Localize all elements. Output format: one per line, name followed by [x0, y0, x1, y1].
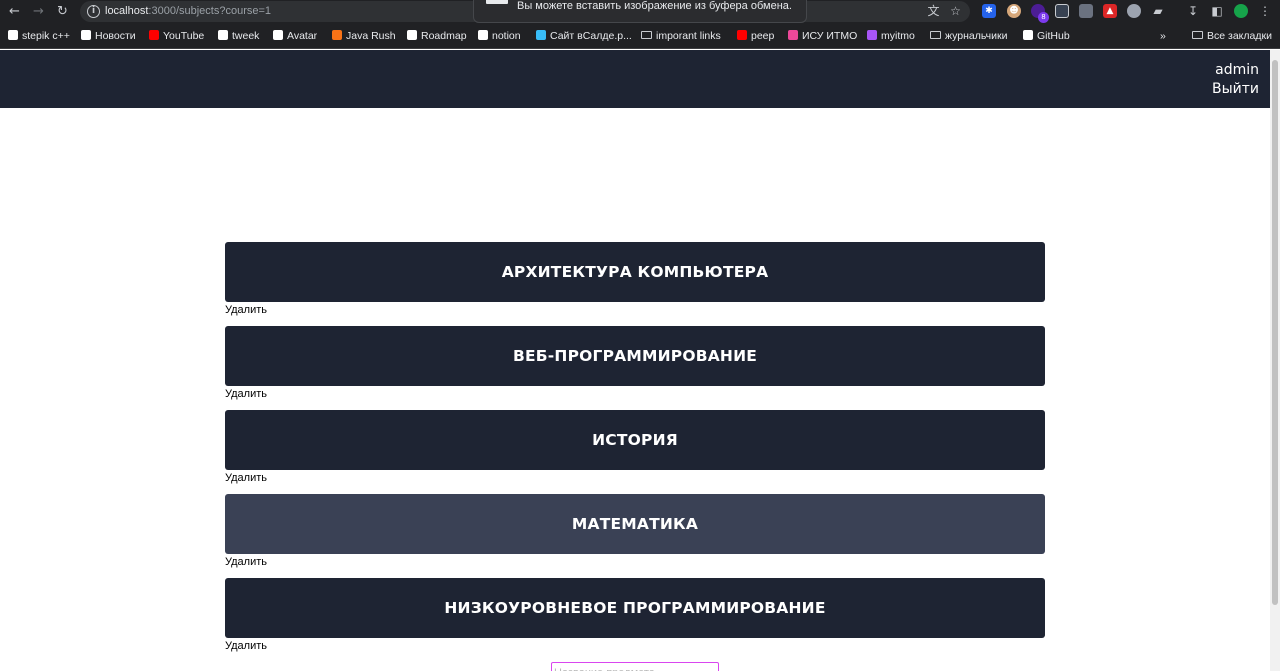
- bookmark-label: peep: [751, 30, 775, 42]
- translate-icon[interactable]: 文: [926, 4, 941, 19]
- scrollbar-thumb[interactable]: [1272, 60, 1278, 605]
- stepik-icon: [8, 30, 18, 40]
- subject-card-hovered[interactable]: МАТЕМАТИКА: [225, 494, 1045, 554]
- subject-card[interactable]: ВЕБ-ПРОГРАММИРОВАНИЕ: [225, 326, 1045, 386]
- bookmark-item[interactable]: imporant links: [641, 29, 721, 43]
- clipboard-icon: [486, 0, 508, 4]
- bookmarks-bar: stepik c++ Новости YouTube tweek Avatar Java …: [0, 23, 1280, 49]
- subject-card[interactable]: АРХИТЕКТУРА КОМПЬЮТЕРА: [225, 242, 1045, 302]
- bookmark-item[interactable]: журнальчики: [930, 29, 1007, 43]
- bookmark-item[interactable]: myitmo: [867, 29, 915, 43]
- menu-icon[interactable]: ⋮: [1258, 4, 1272, 18]
- bookmark-item[interactable]: peep: [737, 29, 774, 43]
- current-user: admin: [1215, 62, 1259, 78]
- bookmark-item[interactable]: GitHub: [1023, 29, 1070, 43]
- delete-link[interactable]: Удалить: [225, 555, 267, 569]
- star-icon[interactable]: ☆: [948, 4, 963, 19]
- roadmap-icon: [407, 30, 417, 40]
- delete-link[interactable]: Удалить: [225, 639, 267, 653]
- itmo-icon: [788, 30, 798, 40]
- delete-link[interactable]: Удалить: [225, 471, 267, 485]
- url-text[interactable]: localhost:3000/subjects?course=1: [105, 4, 271, 19]
- bookmark-label: imporant links: [656, 30, 721, 42]
- javarush-icon: [332, 30, 342, 40]
- new-subject-input[interactable]: [551, 662, 719, 671]
- bookmark-item[interactable]: stepik c++: [8, 29, 70, 43]
- myitmo-icon: [867, 30, 877, 40]
- github-icon: [1023, 30, 1033, 40]
- extension-badge: 8: [1038, 12, 1049, 23]
- clipboard-popup-text: Вы можете вставить изображение из буфера…: [517, 0, 792, 12]
- bookmark-label: YouTube: [163, 30, 205, 42]
- extension-screen-icon[interactable]: [1055, 4, 1069, 18]
- profile-avatar[interactable]: [1234, 4, 1248, 18]
- bookmark-item[interactable]: Avatar: [273, 29, 317, 43]
- notion-icon: [478, 30, 488, 40]
- globe-icon: [273, 30, 283, 40]
- extension-grey-icon[interactable]: [1079, 4, 1093, 18]
- bookmark-label: Новости: [95, 30, 136, 42]
- bookmark-label: GitHub: [1037, 30, 1070, 42]
- bookmark-item[interactable]: YouTube: [149, 29, 204, 43]
- subject-card[interactable]: ИСТОРИЯ: [225, 410, 1045, 470]
- all-bookmarks-button[interactable]: Все закладки: [1192, 29, 1272, 43]
- side-panel-icon[interactable]: ◧: [1210, 4, 1224, 18]
- bookmark-item[interactable]: Roadmap: [407, 29, 467, 43]
- url-path: :3000/subjects?course=1: [148, 5, 272, 17]
- all-bookmarks-label: Все закладки: [1207, 30, 1272, 42]
- bookmark-label: Avatar: [287, 30, 318, 42]
- page-scrollbar[interactable]: [1270, 50, 1280, 671]
- bookmark-label: myitmo: [881, 30, 915, 42]
- extension-circle-icon[interactable]: [1127, 4, 1141, 18]
- bookmark-label: Roadmap: [421, 30, 467, 42]
- forward-icon[interactable]: →: [30, 3, 47, 20]
- youtube-icon: [737, 30, 747, 40]
- clipboard-popup: Вы можете вставить изображение из буфера…: [473, 0, 807, 23]
- delete-link[interactable]: Удалить: [225, 303, 267, 317]
- bookmark-label: ИСУ ИТМО: [802, 30, 858, 42]
- subject-title: МАТЕМАТИКА: [571, 515, 699, 533]
- bookmark-label: журнальчики: [945, 30, 1008, 42]
- youtube-icon: [149, 30, 159, 40]
- browser-toolbar: ← → ↻ i localhost:3000/subjects?course=1…: [0, 0, 1280, 23]
- extensions-puzzle-icon[interactable]: ▰: [1151, 4, 1165, 18]
- back-icon[interactable]: ←: [6, 3, 23, 20]
- page-viewport: admin Выйти АРХИТЕКТУРА КОМПЬЮТЕРА Удали…: [0, 50, 1270, 671]
- bookmark-label: Java Rush: [346, 30, 396, 42]
- bookmark-item[interactable]: notion: [478, 29, 521, 43]
- bookmark-label: tweek: [232, 30, 260, 42]
- bookmark-item[interactable]: Новости: [81, 29, 136, 43]
- subject-title: ИСТОРИЯ: [592, 431, 678, 449]
- subject-title: ВЕБ-ПРОГРАММИРОВАНИЕ: [512, 347, 758, 365]
- folder-icon: [1192, 31, 1203, 39]
- bookmark-label: notion: [492, 30, 521, 42]
- reload-icon[interactable]: ↻: [54, 3, 71, 20]
- extension-red-icon[interactable]: ▲: [1103, 4, 1117, 18]
- bookmark-item[interactable]: Java Rush: [332, 29, 396, 43]
- delete-link[interactable]: Удалить: [225, 387, 267, 401]
- tweek-icon: [218, 30, 228, 40]
- bookmark-label: stepik c++: [22, 30, 70, 42]
- extension-vk-icon[interactable]: ✱: [982, 4, 996, 18]
- bookmark-item[interactable]: tweek: [218, 29, 259, 43]
- subject-title: НИЗКОУРОВНЕВОЕ ПРОГРАММИРОВАНИЕ: [444, 599, 826, 617]
- bookmark-item[interactable]: Сайт вСалде.р...: [536, 29, 632, 43]
- bookmark-item[interactable]: ИСУ ИТМО: [788, 29, 857, 43]
- more-bookmarks-button[interactable]: »: [1160, 29, 1166, 43]
- subject-title: АРХИТЕКТУРА КОМПЬЮТЕРА: [501, 263, 769, 281]
- logout-link[interactable]: Выйти: [1212, 80, 1259, 98]
- url-host: localhost: [105, 5, 149, 17]
- site-icon: [536, 30, 546, 40]
- subject-card[interactable]: НИЗКОУРОВНЕВОЕ ПРОГРАММИРОВАНИЕ: [225, 578, 1045, 638]
- vk-icon: [81, 30, 91, 40]
- download-icon[interactable]: ↧: [1186, 4, 1200, 18]
- site-info-icon[interactable]: i: [87, 5, 100, 18]
- extension-face-icon[interactable]: ☻: [1007, 4, 1021, 18]
- extension-purple-icon[interactable]: 8: [1031, 4, 1049, 23]
- folder-icon: [930, 31, 941, 39]
- app-header: admin Выйти: [0, 50, 1270, 108]
- folder-icon: [641, 31, 652, 39]
- bookmark-label: Сайт вСалде.р...: [550, 30, 632, 42]
